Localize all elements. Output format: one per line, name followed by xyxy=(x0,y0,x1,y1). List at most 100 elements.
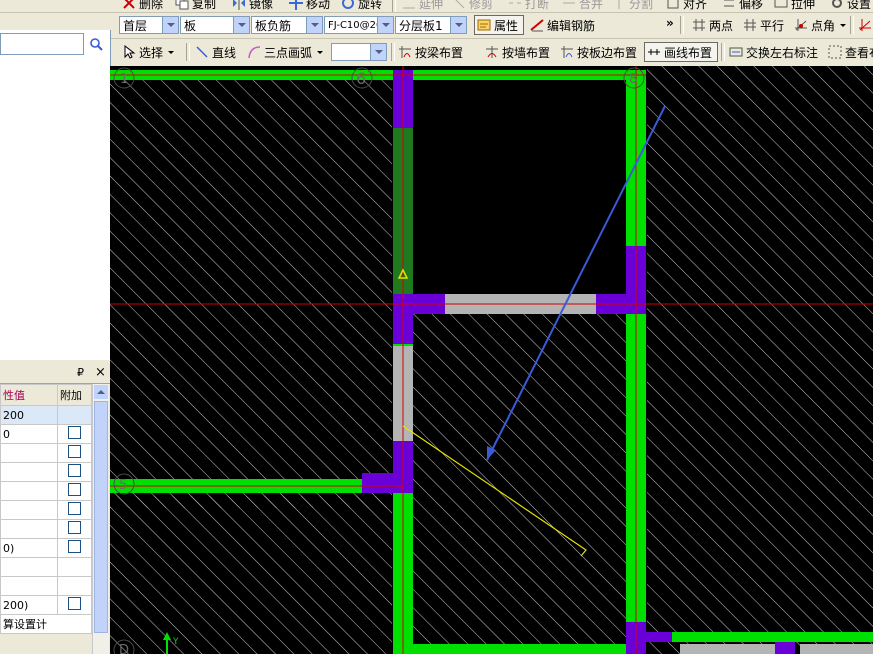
cell-value[interactable] xyxy=(0,443,59,463)
cell-value[interactable] xyxy=(0,519,59,539)
slab-region-bottom-left[interactable] xyxy=(110,496,392,654)
draw-line-icon xyxy=(647,45,661,59)
table-row[interactable] xyxy=(0,462,92,482)
extra-checkbox[interactable] xyxy=(68,483,82,496)
by-beam-button[interactable]: 按梁布置 xyxy=(396,42,465,62)
scroll-up-icon[interactable] xyxy=(94,385,108,399)
search-button[interactable] xyxy=(85,33,107,55)
three-point-arc-button[interactable]: 三点画弧 xyxy=(245,42,325,62)
settings-button[interactable]: 设置 xyxy=(830,0,871,11)
element-name-select[interactable]: FJ-C10@20( xyxy=(324,16,394,34)
extend-button[interactable]: 延伸 xyxy=(402,0,443,11)
stretch-button[interactable]: 拉伸 xyxy=(774,0,815,11)
scroll-thumb[interactable] xyxy=(94,401,108,633)
split-button[interactable]: 分割 xyxy=(612,0,653,11)
cell-value[interactable]: 200) xyxy=(0,595,59,615)
slab-region-right[interactable] xyxy=(647,66,873,654)
view-layout-button[interactable]: 查看布 xyxy=(826,42,873,62)
chevron-down-icon xyxy=(168,50,175,54)
pin-icon[interactable]: ₽ xyxy=(77,366,84,379)
table-row[interactable]: 200 xyxy=(0,405,92,425)
two-points-button[interactable]: 两点 xyxy=(690,15,735,35)
cell-value[interactable]: 200 xyxy=(0,405,59,425)
separator xyxy=(391,43,395,61)
extra-checkbox[interactable] xyxy=(68,464,82,477)
edit-rebar-button[interactable]: 编辑钢筋 xyxy=(528,15,597,35)
cell-value[interactable] xyxy=(0,557,59,577)
extra-checkbox[interactable] xyxy=(68,521,82,534)
chevron-down-icon xyxy=(370,44,386,60)
table-row[interactable] xyxy=(0,500,92,520)
chevron-down-icon xyxy=(377,17,393,33)
table-row[interactable] xyxy=(0,576,92,596)
move-button[interactable]: 移动 xyxy=(289,0,330,11)
cell-value[interactable] xyxy=(0,462,59,482)
point-angle-button[interactable]: 点角 xyxy=(792,15,848,35)
swap-icon xyxy=(729,45,743,59)
chevron-down-icon xyxy=(306,17,322,33)
draw-line-layout-button[interactable]: 画线布置 xyxy=(644,42,718,62)
drawing-toolbar: 选择 直线 三点画弧 按梁布置 按墙布置 按板边布置 画线布置 交换左右标注 查… xyxy=(0,39,873,67)
delete-button[interactable]: 删除 xyxy=(122,0,163,11)
parallel-button[interactable]: 平行 xyxy=(741,15,786,35)
table-row[interactable]: 0 xyxy=(0,424,92,444)
drawing-canvas[interactable]: 1 6 8 5 D Y xyxy=(110,66,873,654)
by-slab-edge-button[interactable]: 按板边布置 xyxy=(558,42,639,62)
chevron-down-icon xyxy=(233,17,249,33)
cursor-icon xyxy=(122,44,136,59)
more-tools-button[interactable]: » xyxy=(664,13,676,33)
layer-select[interactable]: 分层板1 xyxy=(395,16,467,34)
attributes-button[interactable]: 属性 xyxy=(474,15,524,35)
element-type-select[interactable]: 板 xyxy=(180,16,250,34)
table-row[interactable] xyxy=(0,557,92,577)
break-icon xyxy=(508,0,522,10)
rebar-icon xyxy=(530,18,544,32)
extra-tool-button[interactable] xyxy=(856,15,873,35)
select-button[interactable]: 选择 xyxy=(120,42,176,62)
extra-checkbox[interactable] xyxy=(68,502,82,515)
settings-icon xyxy=(830,0,844,10)
cell-value[interactable]: 0 xyxy=(0,424,59,444)
slab-region-top-left[interactable] xyxy=(110,80,392,508)
cell-value[interactable] xyxy=(0,576,59,596)
table-row[interactable]: 200) xyxy=(0,595,92,615)
separator xyxy=(392,0,396,12)
copy-icon xyxy=(175,0,189,10)
extend-icon xyxy=(402,0,416,10)
line-button[interactable]: 直线 xyxy=(193,42,238,62)
offset-button[interactable]: 偏移 xyxy=(722,0,763,11)
cell-value[interactable]: 0) xyxy=(0,538,59,558)
rotate-icon xyxy=(341,0,355,10)
by-wall-button[interactable]: 按墙布置 xyxy=(483,42,552,62)
cell-value[interactable] xyxy=(0,500,59,520)
swap-labels-button[interactable]: 交换左右标注 xyxy=(727,42,820,62)
mode-select[interactable] xyxy=(331,43,387,61)
separator xyxy=(721,43,725,61)
trim-button[interactable]: 修剪 xyxy=(452,0,493,11)
merge-button[interactable]: 合并 xyxy=(562,0,603,11)
table-row[interactable] xyxy=(0,519,92,539)
cell-value[interactable] xyxy=(0,481,59,501)
slab-region-black[interactable] xyxy=(412,80,626,294)
rotate-button[interactable]: 旋转 xyxy=(341,0,382,11)
extra-checkbox[interactable] xyxy=(68,445,82,458)
break-button[interactable]: 打断 xyxy=(508,0,549,11)
copy-button[interactable]: 复制 xyxy=(175,0,216,11)
extra-checkbox[interactable] xyxy=(68,426,82,439)
close-icon[interactable]: × xyxy=(95,365,106,380)
slab-region-center[interactable] xyxy=(412,314,626,644)
subtype-select[interactable]: 板负筋 xyxy=(251,16,323,34)
align-button[interactable]: 对齐 xyxy=(666,0,707,11)
extra-checkbox[interactable] xyxy=(68,540,82,553)
table-row[interactable] xyxy=(0,481,92,501)
floor-select[interactable]: 首层 xyxy=(119,16,179,34)
properties-scrollbar[interactable] xyxy=(92,384,109,654)
search-input[interactable] xyxy=(0,33,84,55)
mirror-button[interactable]: 镜像 xyxy=(232,0,273,11)
table-row[interactable]: 0) xyxy=(0,538,92,558)
table-row[interactable]: 算设置计 xyxy=(0,614,92,634)
cell-value[interactable]: 算设置计 xyxy=(0,614,92,634)
table-row[interactable] xyxy=(0,443,92,463)
extra-checkbox[interactable] xyxy=(68,597,82,610)
attributes-icon xyxy=(477,18,491,32)
